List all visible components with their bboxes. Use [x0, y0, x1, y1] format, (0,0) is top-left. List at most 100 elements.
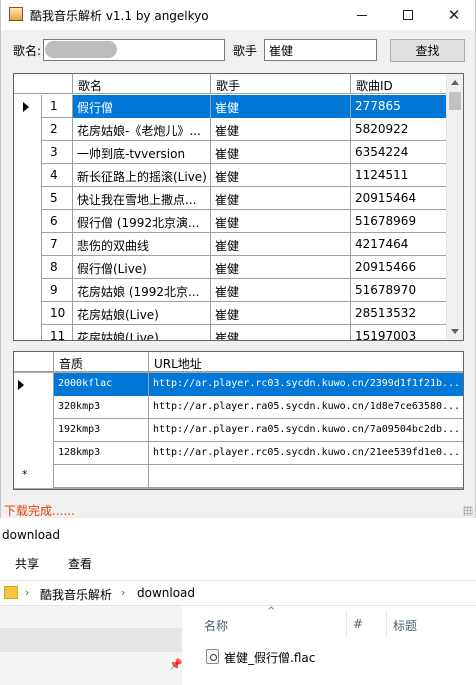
url-row[interactable]: 128kmp3 http://ar.player.rc05.sycdn.kuwo.… — [14, 442, 463, 465]
song-row[interactable]: 1 假行僧 崔健 277865 — [14, 95, 447, 118]
song-row[interactable]: 10 花房姑娘(Live) 崔健 28513532 — [14, 302, 447, 325]
cell-url[interactable]: http://ar.player.rc05.sycdn.kuwo.cn/21ee… — [149, 442, 463, 465]
cell-singer[interactable]: 崔健 — [211, 325, 351, 340]
maximize-button[interactable] — [385, 0, 431, 30]
cell-row-number[interactable]: 3 — [42, 141, 73, 164]
row-header[interactable] — [14, 210, 42, 233]
cell-quality[interactable]: 128kmp3 — [54, 442, 149, 465]
song-row[interactable]: 9 花房姑娘 (1992北京... 崔健 51678970 — [14, 279, 447, 302]
cell-row-number[interactable]: 11 — [42, 325, 73, 340]
size-grip[interactable] — [463, 506, 473, 516]
cell-song-name[interactable]: 新长征路上的摇滚(Live) — [73, 164, 211, 187]
row-header[interactable] — [14, 373, 54, 396]
cell-singer[interactable]: 崔健 — [211, 141, 351, 164]
cell-song-name[interactable]: 假行僧 — [73, 95, 211, 118]
url-row[interactable]: 320kmp3 http://ar.player.ra05.sycdn.kuwo.… — [14, 396, 463, 419]
url-row[interactable]: 192kmp3 http://ar.player.ra05.sycdn.kuwo.… — [14, 419, 463, 442]
cell-singer[interactable]: 崔健 — [211, 302, 351, 325]
song-row[interactable]: 8 假行僧(Live) 崔健 20915466 — [14, 256, 447, 279]
tab-share[interactable]: 共享 — [15, 555, 39, 572]
cell-singer[interactable]: 崔健 — [211, 279, 351, 302]
cell-quality[interactable]: 320kmp3 — [54, 396, 149, 419]
row-header[interactable] — [14, 442, 54, 465]
song-row[interactable]: 11 花房姑娘(Live) 崔健 15197003 — [14, 325, 447, 340]
cell-song-id[interactable]: 5820922 — [351, 118, 447, 141]
cell-url[interactable]: http://ar.player.rc03.sycdn.kuwo.cn/2399… — [149, 373, 463, 396]
scroll-up-icon[interactable] — [451, 80, 459, 85]
cell-song-id[interactable]: 20915464 — [351, 187, 447, 210]
cell-singer[interactable]: 崔健 — [211, 118, 351, 141]
cell-song-id[interactable]: 51678970 — [351, 279, 447, 302]
cell-singer[interactable]: 崔健 — [211, 187, 351, 210]
col-header-singer[interactable]: 歌手 — [211, 74, 351, 94]
close-button[interactable]: ✕ — [431, 0, 476, 30]
cell-row-number[interactable]: 7 — [42, 233, 73, 256]
cell-row-number[interactable]: 8 — [42, 256, 73, 279]
tab-view[interactable]: 查看 — [68, 555, 92, 572]
cell-singer[interactable]: 崔健 — [211, 164, 351, 187]
song-row[interactable]: 6 假行僧 (1992北京演... 崔健 51678969 — [14, 210, 447, 233]
chevron-right-icon[interactable]: › — [25, 586, 29, 599]
row-header[interactable] — [14, 95, 42, 118]
new-url-row[interactable]: * — [14, 465, 463, 488]
col-header-title[interactable]: 标题 — [393, 617, 417, 634]
row-header[interactable] — [14, 233, 42, 256]
search-button[interactable]: 查找 — [390, 39, 465, 62]
singer-input[interactable] — [264, 39, 377, 61]
song-row[interactable]: 4 新长征路上的摇滚(Live) 崔健 1124511 — [14, 164, 447, 187]
cell-song-id[interactable]: 51678969 — [351, 210, 447, 233]
cell-singer[interactable]: 崔健 — [211, 95, 351, 118]
minimize-button[interactable] — [339, 0, 385, 30]
cell-song-id[interactable]: 277865 — [351, 95, 447, 118]
cell-song-id[interactable]: 6354224 — [351, 141, 447, 164]
songs-scrollbar[interactable] — [446, 74, 463, 340]
song-row[interactable]: 2 花房姑娘-《老炮儿》... 崔健 5820922 — [14, 118, 447, 141]
urls-grid[interactable]: 音质 URL地址 2000kflac http://ar.player.rc03.… — [13, 351, 464, 490]
row-header[interactable] — [14, 419, 54, 442]
column-divider[interactable] — [386, 612, 387, 638]
cell-song-name[interactable]: 花房姑娘 (1992北京... — [73, 279, 211, 302]
row-header[interactable] — [14, 302, 42, 325]
cell-song-name[interactable]: 假行僧(Live) — [73, 256, 211, 279]
cell-row-number[interactable]: 1 — [42, 95, 73, 118]
cell-song-name[interactable]: 花房姑娘(Live) — [73, 325, 211, 340]
cell-song-id[interactable]: 28513532 — [351, 302, 447, 325]
row-header[interactable] — [14, 256, 42, 279]
row-header[interactable] — [14, 141, 42, 164]
row-header[interactable] — [14, 118, 42, 141]
col-header-quality[interactable]: 音质 — [54, 352, 149, 372]
cell-song-id[interactable]: 20915466 — [351, 256, 447, 279]
cell-row-number[interactable]: 2 — [42, 118, 73, 141]
cell-quality[interactable]: 192kmp3 — [54, 419, 149, 442]
row-header[interactable] — [14, 325, 42, 340]
navigation-pane-selected-item[interactable] — [0, 628, 182, 652]
song-row[interactable]: 3 一帅到底-tvversion 崔健 6354224 — [14, 141, 447, 164]
song-row[interactable]: 5 快让我在雪地上撒点... 崔健 20915464 — [14, 187, 447, 210]
cell-song-name[interactable]: 悲伤的双曲线 — [73, 233, 211, 256]
cell-row-number[interactable]: 9 — [42, 279, 73, 302]
cell-singer[interactable]: 崔健 — [211, 233, 351, 256]
chevron-right-icon[interactable]: › — [121, 586, 125, 599]
cell-url[interactable]: http://ar.player.ra05.sycdn.kuwo.cn/7a09… — [149, 419, 463, 442]
address-bar[interactable]: › 酷我音乐解析 › download — [0, 580, 476, 606]
col-header-number[interactable]: # — [353, 617, 363, 631]
column-divider[interactable] — [346, 612, 347, 638]
new-row-marker[interactable]: * — [14, 465, 54, 488]
url-row[interactable]: 2000kflac http://ar.player.rc03.sycdn.kuw… — [14, 373, 463, 396]
scroll-thumb[interactable] — [449, 92, 461, 110]
col-header-url[interactable]: URL地址 — [149, 352, 463, 372]
cell-song-id[interactable]: 4217464 — [351, 233, 447, 256]
scroll-down-icon[interactable] — [451, 329, 459, 334]
col-header-name[interactable]: 歌名 — [73, 74, 211, 94]
cell-row-number[interactable]: 4 — [42, 164, 73, 187]
cell-singer[interactable]: 崔健 — [211, 210, 351, 233]
cell-quality[interactable] — [54, 465, 149, 488]
cell-song-name[interactable]: 一帅到底-tvversion — [73, 141, 211, 164]
cell-row-number[interactable]: 10 — [42, 302, 73, 325]
breadcrumb-app-folder[interactable]: 酷我音乐解析 — [40, 586, 112, 603]
row-header[interactable] — [14, 164, 42, 187]
cell-song-id[interactable]: 1124511 — [351, 164, 447, 187]
row-header[interactable] — [14, 279, 42, 302]
row-header[interactable] — [14, 396, 54, 419]
songs-grid[interactable]: 歌名 歌手 歌曲ID 1 假行僧 崔健 277865 2 花房姑娘-《老炮儿》... 崔健 5… — [13, 73, 464, 341]
